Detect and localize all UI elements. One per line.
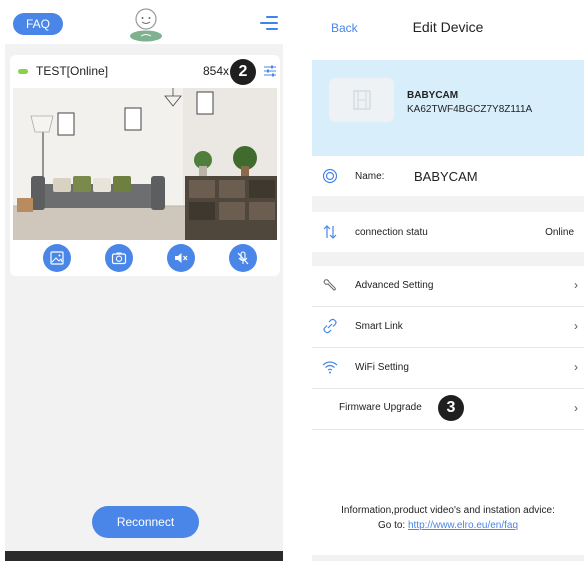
camera-card: TEST[Online] 854x 2	[10, 55, 280, 276]
edit-device-screen: Edit Device Back BABYCAM KA62TWF4BGCZ7Y8…	[312, 0, 584, 561]
chevron-right-icon: ›	[574, 278, 578, 292]
microphone-mute-icon	[237, 251, 249, 265]
resolution-label: 854x	[203, 64, 230, 78]
snapshot-gallery-button[interactable]	[43, 244, 71, 272]
online-status-indicator	[18, 69, 28, 74]
faq-link[interactable]: http://www.elro.eu/en/faq	[408, 520, 518, 531]
app-header: FAQ	[5, 0, 283, 44]
up-down-arrows-icon	[323, 225, 337, 239]
baby-face-logo-icon	[130, 8, 162, 42]
advanced-setting-label: Advanced Setting	[355, 280, 434, 291]
name-row[interactable]: Name: BABYCAM	[312, 156, 584, 196]
camera-list-screen: FAQ TEST[Online] 854x 2 Reconnect	[5, 0, 283, 561]
firmware-upgrade-label: Firmware Upgrade	[339, 402, 422, 413]
connection-status-value: Online	[545, 227, 574, 238]
camera-name: TEST[Online]	[36, 64, 109, 78]
system-nav-bar	[5, 551, 283, 561]
smart-link-row[interactable]: Smart Link ›	[312, 307, 584, 347]
faq-button[interactable]: FAQ	[13, 13, 63, 35]
speaker-mute-button[interactable]	[167, 244, 195, 272]
wrench-icon	[323, 279, 336, 291]
film-icon	[353, 90, 371, 110]
device-thumbnail	[329, 78, 394, 122]
step-badge-2: 2	[230, 59, 256, 85]
chevron-right-icon: ›	[574, 401, 578, 415]
link-icon	[323, 318, 337, 334]
section-divider	[312, 196, 584, 212]
step-badge-3: 3	[438, 395, 464, 421]
back-button[interactable]: Back	[331, 21, 358, 35]
info-link-line: Go to: http://www.elro.eu/en/faq	[312, 518, 584, 533]
device-id: KA62TWF4BGCZ7Y8Z111A	[407, 104, 533, 115]
speaker-mute-icon	[175, 253, 188, 263]
living-room-preview-image	[13, 88, 277, 240]
chevron-right-icon: ›	[574, 360, 578, 374]
connection-status-row: connection statu Online	[312, 212, 584, 252]
connection-status-label: connection statu	[355, 227, 428, 238]
name-label: Name:	[355, 171, 385, 182]
bottom-bar	[312, 555, 584, 561]
camera-icon	[111, 252, 127, 265]
menu-icon[interactable]	[260, 16, 278, 32]
info-prefix: Go to:	[377, 520, 408, 531]
live-video-feed[interactable]	[13, 88, 277, 240]
camera-capture-button[interactable]	[105, 244, 133, 272]
name-value[interactable]: BABYCAM	[414, 169, 478, 184]
picture-icon	[50, 251, 64, 265]
wifi-setting-label: WiFi Setting	[355, 362, 409, 373]
wifi-setting-row[interactable]: WiFi Setting ›	[312, 348, 584, 388]
target-icon	[322, 168, 338, 184]
info-footer: Information,product video's and instatio…	[312, 503, 584, 533]
section-divider	[312, 252, 584, 266]
camera-header: TEST[Online] 854x 2	[10, 55, 280, 88]
smart-link-label: Smart Link	[355, 321, 403, 332]
info-text: Information,product video's and instatio…	[341, 505, 555, 516]
reconnect-button[interactable]: Reconnect	[92, 506, 199, 538]
chevron-right-icon: ›	[574, 319, 578, 333]
settings-sliders-icon[interactable]	[264, 65, 276, 77]
device-banner: BABYCAM KA62TWF4BGCZ7Y8Z111A	[312, 60, 584, 156]
firmware-upgrade-row[interactable]: Firmware Upgrade 3 ›	[312, 389, 584, 429]
edit-device-header: Edit Device Back	[312, 0, 584, 60]
row-divider	[312, 429, 584, 430]
device-name: BABYCAM	[407, 90, 459, 101]
wifi-icon	[322, 361, 338, 374]
camera-controls	[10, 241, 280, 275]
advanced-setting-row[interactable]: Advanced Setting ›	[312, 266, 584, 306]
microphone-mute-button[interactable]	[229, 244, 257, 272]
